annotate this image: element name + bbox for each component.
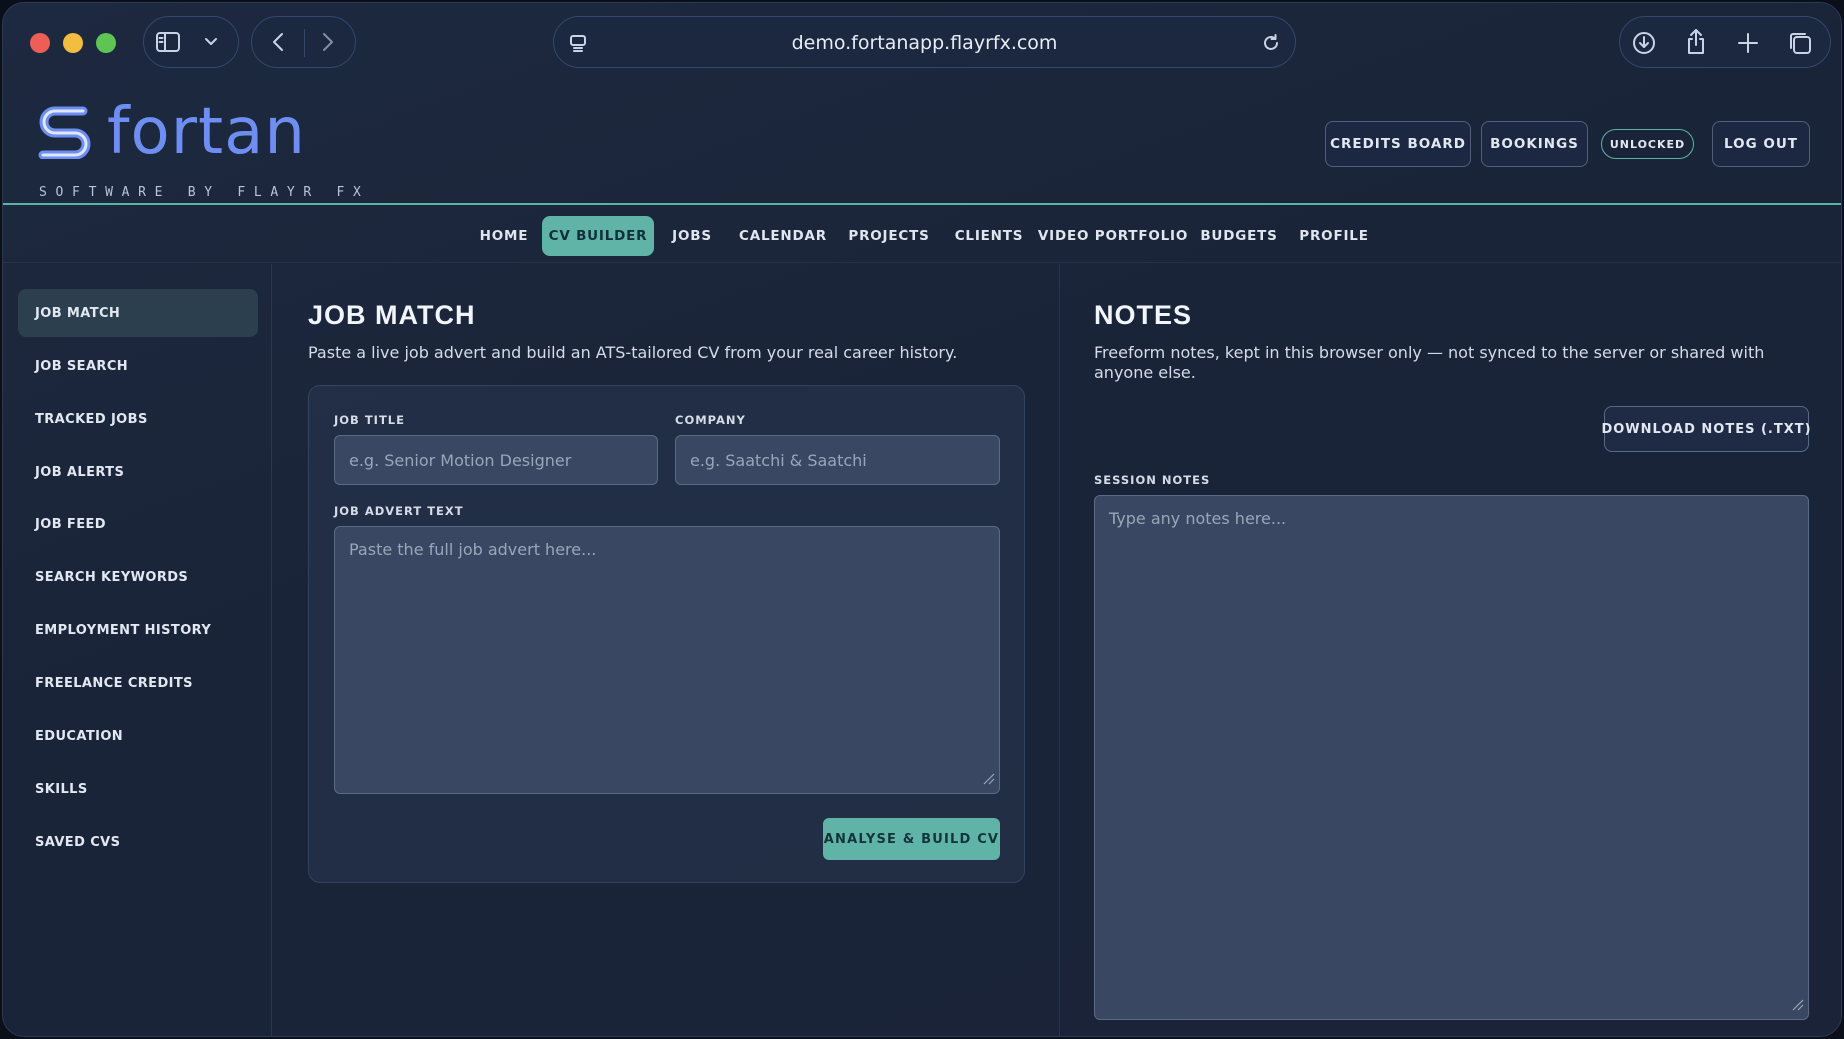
- job-title-label: JOB TITLE: [334, 413, 405, 427]
- brand-tagline: SOFTWARE BY FLAYR FX: [39, 185, 370, 200]
- tab-projects[interactable]: PROJECTS: [847, 216, 931, 256]
- notes-panel: NOTES Freeform notes, kept in this brows…: [1061, 264, 1841, 1036]
- sidebar-item-skills[interactable]: SKILLS: [18, 765, 258, 813]
- notes-description: Freeform notes, kept in this browser onl…: [1094, 343, 1765, 382]
- tab-calendar[interactable]: CALENDAR: [736, 216, 830, 256]
- app-header: fortan SOFTWARE BY FLAYR FX CREDITS BOAR…: [3, 83, 1841, 205]
- company-input[interactable]: e.g. Saatchi & Saatchi: [675, 435, 1000, 485]
- job-title-input[interactable]: e.g. Senior Motion Designer: [334, 435, 658, 485]
- forward-arrow-icon[interactable]: [316, 30, 340, 54]
- job-match-form: JOB TITLE e.g. Senior Motion Designer CO…: [308, 385, 1025, 883]
- brand-name: fortan: [107, 95, 306, 169]
- zoom-window-button[interactable]: [96, 33, 116, 53]
- download-notes-button[interactable]: DOWNLOAD NOTES (.TXT): [1601, 406, 1811, 452]
- job-match-title: JOB MATCH: [308, 300, 476, 330]
- session-notes-placeholder: Type any notes here...: [1109, 509, 1287, 528]
- browser-window: demo.fortanapp.flayrfx.com fortan SOFTWA…: [2, 2, 1842, 1037]
- tab-clients[interactable]: CLIENTS: [947, 216, 1031, 256]
- sidebar-item-saved-cvs[interactable]: SAVED CVS: [18, 818, 258, 866]
- tab-home[interactable]: HOME: [473, 216, 535, 256]
- tab-video-portfolio[interactable]: VIDEO PORTFOLIO: [1038, 216, 1187, 256]
- chevron-down-icon[interactable]: [200, 31, 222, 53]
- tab-budgets[interactable]: BUDGETS: [1196, 216, 1282, 256]
- sidebar-item-job-search[interactable]: JOB SEARCH: [18, 342, 258, 390]
- sidebar-icon[interactable]: [154, 29, 182, 55]
- notes-title: NOTES: [1094, 300, 1193, 330]
- main-nav: HOME CV BUILDER JOBS CALENDAR PROJECTS C…: [3, 207, 1841, 263]
- share-icon[interactable]: [1682, 27, 1710, 57]
- url-text[interactable]: demo.fortanapp.flayrfx.com: [554, 17, 1295, 69]
- job-advert-label: JOB ADVERT TEXT: [334, 504, 464, 518]
- company-label: COMPANY: [675, 413, 746, 427]
- nav-divider: [304, 29, 305, 57]
- session-notes-label: SESSION NOTES: [1094, 473, 1211, 487]
- session-notes-textarea[interactable]: Type any notes here...: [1094, 495, 1809, 1020]
- sidebar-item-job-feed[interactable]: JOB FEED: [18, 500, 258, 548]
- credits-board-button[interactable]: CREDITS BOARD: [1325, 121, 1471, 167]
- browser-toolbar: demo.fortanapp.flayrfx.com: [3, 3, 1841, 83]
- minimize-window-button[interactable]: [63, 33, 83, 53]
- job-match-description: Paste a live job advert and build an ATS…: [308, 343, 958, 362]
- tab-profile[interactable]: PROFILE: [1298, 216, 1370, 256]
- close-window-button[interactable]: [30, 33, 50, 53]
- sidebar-item-education[interactable]: EDUCATION: [18, 712, 258, 760]
- tab-cv-builder[interactable]: CV BUILDER: [542, 216, 654, 256]
- resize-grip-icon[interactable]: [1792, 996, 1804, 1015]
- sidebar-item-job-alerts[interactable]: JOB ALERTS: [18, 448, 258, 496]
- analyse-build-cv-button[interactable]: ANALYSE & BUILD CV: [823, 818, 1000, 860]
- new-tab-icon[interactable]: [1734, 29, 1762, 57]
- sidebar-item-search-keywords[interactable]: SEARCH KEYWORDS: [18, 553, 258, 601]
- job-advert-placeholder: Paste the full job advert here...: [349, 540, 597, 559]
- reload-icon[interactable]: [1258, 30, 1284, 56]
- job-match-panel: JOB MATCH Paste a live job advert and bu…: [273, 264, 1060, 1036]
- sidebar-item-freelance-credits[interactable]: FREELANCE CREDITS: [18, 659, 258, 707]
- log-out-button[interactable]: LOG OUT: [1712, 121, 1810, 167]
- history-nav-group: [251, 16, 356, 68]
- sidebar-toggle-group: [143, 16, 239, 68]
- resize-grip-icon[interactable]: [983, 770, 995, 789]
- back-arrow-icon[interactable]: [266, 30, 290, 54]
- cv-builder-sidebar: JOB MATCH JOB SEARCH TRACKED JOBS JOB AL…: [3, 264, 272, 1036]
- tab-jobs[interactable]: JOBS: [665, 216, 719, 256]
- unlocked-badge: UNLOCKED: [1601, 129, 1694, 159]
- bookings-button[interactable]: BOOKINGS: [1481, 121, 1588, 167]
- fortan-mark-icon: [37, 105, 93, 163]
- sidebar-item-job-match[interactable]: JOB MATCH: [18, 289, 258, 337]
- browser-actions-group: [1619, 16, 1831, 68]
- sidebar-item-employment-history[interactable]: EMPLOYMENT HISTORY: [18, 606, 258, 654]
- download-icon[interactable]: [1630, 29, 1658, 57]
- address-bar[interactable]: demo.fortanapp.flayrfx.com: [553, 16, 1296, 68]
- job-advert-textarea[interactable]: Paste the full job advert here...: [334, 526, 1000, 794]
- sidebar-item-tracked-jobs[interactable]: TRACKED JOBS: [18, 395, 258, 443]
- tab-overview-icon[interactable]: [1786, 29, 1814, 57]
